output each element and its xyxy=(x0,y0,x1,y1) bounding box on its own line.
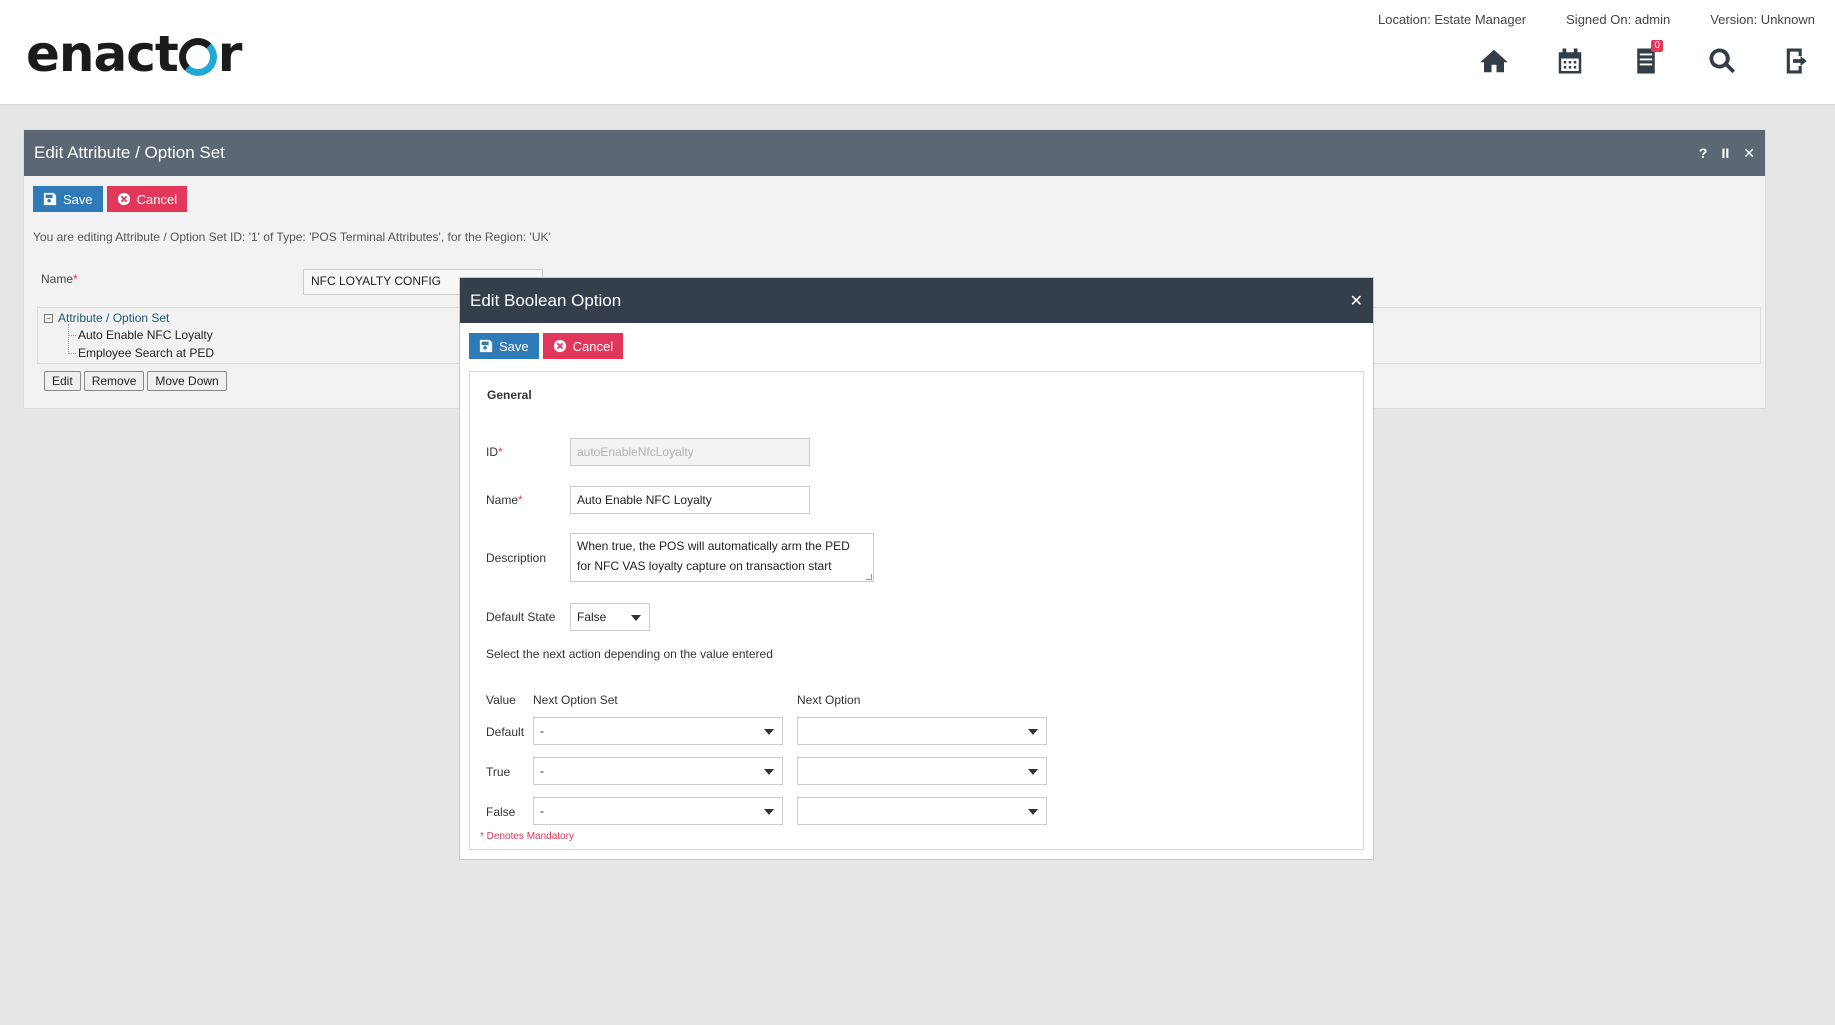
description-line: When true, the POS will automatically ar… xyxy=(577,539,850,553)
panel-toolbar: Save Cancel xyxy=(24,176,1765,212)
description-label: Description xyxy=(486,551,547,565)
panel-save-button[interactable]: Save xyxy=(33,186,103,212)
remove-button[interactable]: Remove xyxy=(83,371,145,391)
next-option-select-default[interactable] xyxy=(797,717,1047,745)
tree-item[interactable]: Auto Enable NFC Loyalty xyxy=(78,328,213,342)
dialog-toolbar: Save Cancel xyxy=(460,323,1373,359)
panel-cancel-label: Cancel xyxy=(136,191,178,207)
close-icon[interactable]: ✕ xyxy=(1743,145,1755,162)
general-fieldset: General ID* autoEnableNfcLoyalty Name* A… xyxy=(469,371,1364,850)
name-input[interactable]: Auto Enable NFC Loyalty xyxy=(570,486,810,514)
floppy-disk-icon xyxy=(43,192,57,206)
select-value: - xyxy=(540,724,544,738)
tree-branch xyxy=(68,353,76,354)
header-icon-bar: 0 xyxy=(1479,40,1813,78)
next-option-set-select-default[interactable]: - xyxy=(533,717,783,745)
next-option-set-select-false[interactable]: - xyxy=(533,797,783,825)
logo-text-tail: r xyxy=(217,25,243,83)
row-label-true: True xyxy=(486,765,511,779)
version-label: Version: Unknown xyxy=(1710,12,1815,27)
panel-title: Edit Attribute / Option Set xyxy=(34,143,225,162)
resize-handle-icon[interactable] xyxy=(866,574,872,580)
panel-cancel-button[interactable]: Cancel xyxy=(106,186,188,212)
panel-controls: ? II ✕ xyxy=(1699,145,1755,162)
default-state-value: False xyxy=(577,610,607,624)
id-label: ID* xyxy=(486,445,503,459)
mandatory-note: * Denotes Mandatory xyxy=(480,831,574,842)
logo-ring-icon xyxy=(178,38,217,76)
tree-collapse-icon[interactable]: − xyxy=(44,313,53,323)
floppy-disk-icon xyxy=(479,339,493,353)
tree-item[interactable]: Employee Search at PED xyxy=(78,346,214,360)
chevron-down-icon xyxy=(764,729,774,735)
default-state-select[interactable]: False xyxy=(570,603,650,631)
description-line: for NFC VAS loyalty capture on transacti… xyxy=(577,559,832,573)
logout-icon[interactable] xyxy=(1783,44,1813,78)
next-option-set-column-header: Next Option Set xyxy=(533,693,618,707)
dialog-cancel-label: Cancel xyxy=(572,338,614,354)
search-icon[interactable] xyxy=(1707,44,1737,78)
chevron-down-icon xyxy=(1028,769,1038,775)
tree-root[interactable]: − Attribute / Option Set xyxy=(44,311,169,325)
next-option-select-false[interactable] xyxy=(797,797,1047,825)
select-value: - xyxy=(540,764,544,778)
dialog-save-button[interactable]: Save xyxy=(469,333,539,359)
edit-button[interactable]: Edit xyxy=(44,371,81,391)
chevron-down-icon xyxy=(764,769,774,775)
next-option-column-header: Next Option xyxy=(797,693,861,707)
signed-on-label: Signed On: admin xyxy=(1566,12,1671,27)
app-header: enact r Location: Estate Manager Signed O… xyxy=(0,0,1835,105)
chevron-down-icon xyxy=(1028,729,1038,735)
name-label: Name* xyxy=(486,493,523,507)
home-icon[interactable] xyxy=(1479,44,1509,78)
section-title: General xyxy=(487,388,532,402)
tree-actions: Edit Remove Move Down xyxy=(44,371,227,391)
help-icon[interactable]: ? xyxy=(1699,145,1708,162)
required-marker: * xyxy=(73,272,78,286)
calendar-icon[interactable] xyxy=(1555,44,1585,78)
chevron-down-icon xyxy=(1028,809,1038,815)
logo-text: enact xyxy=(26,25,179,83)
dialog-cancel-button[interactable]: Cancel xyxy=(542,333,624,359)
name-label: Name* xyxy=(41,272,78,286)
chevron-down-icon xyxy=(764,809,774,815)
cancel-circle-icon xyxy=(117,192,130,206)
required-marker: * xyxy=(498,445,503,459)
dialog-titlebar: Edit Boolean Option ✕ xyxy=(460,278,1373,323)
editing-info: You are editing Attribute / Option Set I… xyxy=(33,230,551,244)
next-option-set-select-true[interactable]: - xyxy=(533,757,783,785)
row-label-default: Default xyxy=(486,725,525,739)
description-textarea[interactable]: When true, the POS will automatically ar… xyxy=(570,533,874,582)
enactor-logo[interactable]: enact r xyxy=(26,22,243,86)
panel-save-label: Save xyxy=(63,191,93,207)
tree-connector xyxy=(68,324,69,354)
select-value: - xyxy=(540,804,544,818)
default-state-label: Default State xyxy=(486,610,556,624)
document-list-icon[interactable]: 0 xyxy=(1631,40,1663,78)
value-column-header: Value xyxy=(486,693,516,707)
chevron-down-icon xyxy=(631,615,641,621)
row-label-false: False xyxy=(486,805,516,819)
id-label-text: ID xyxy=(486,445,498,459)
name-label-text: Name xyxy=(41,272,74,286)
tree-branch xyxy=(68,335,76,336)
notification-badge: 0 xyxy=(1651,40,1663,52)
next-option-select-true[interactable] xyxy=(797,757,1047,785)
header-meta: Location: Estate Manager Signed On: admi… xyxy=(1378,12,1815,27)
cancel-circle-icon xyxy=(553,339,566,353)
panel-titlebar: Edit Attribute / Option Set ? II ✕ xyxy=(24,130,1765,176)
required-marker: * xyxy=(518,493,523,507)
pause-icon[interactable]: II xyxy=(1721,145,1729,162)
dialog-save-label: Save xyxy=(499,338,529,354)
id-input[interactable]: autoEnableNfcLoyalty xyxy=(570,438,810,466)
edit-boolean-option-dialog: Edit Boolean Option ✕ Save Cancel Genera… xyxy=(459,277,1374,860)
dialog-title: Edit Boolean Option xyxy=(470,290,622,310)
move-down-button[interactable]: Move Down xyxy=(147,371,227,391)
next-action-help: Select the next action depending on the … xyxy=(486,647,773,661)
tree-root-label[interactable]: Attribute / Option Set xyxy=(58,311,169,325)
location-label: Location: Estate Manager xyxy=(1377,12,1527,27)
dialog-close-icon[interactable]: ✕ xyxy=(1350,291,1363,311)
name-label-text: Name xyxy=(486,493,519,507)
